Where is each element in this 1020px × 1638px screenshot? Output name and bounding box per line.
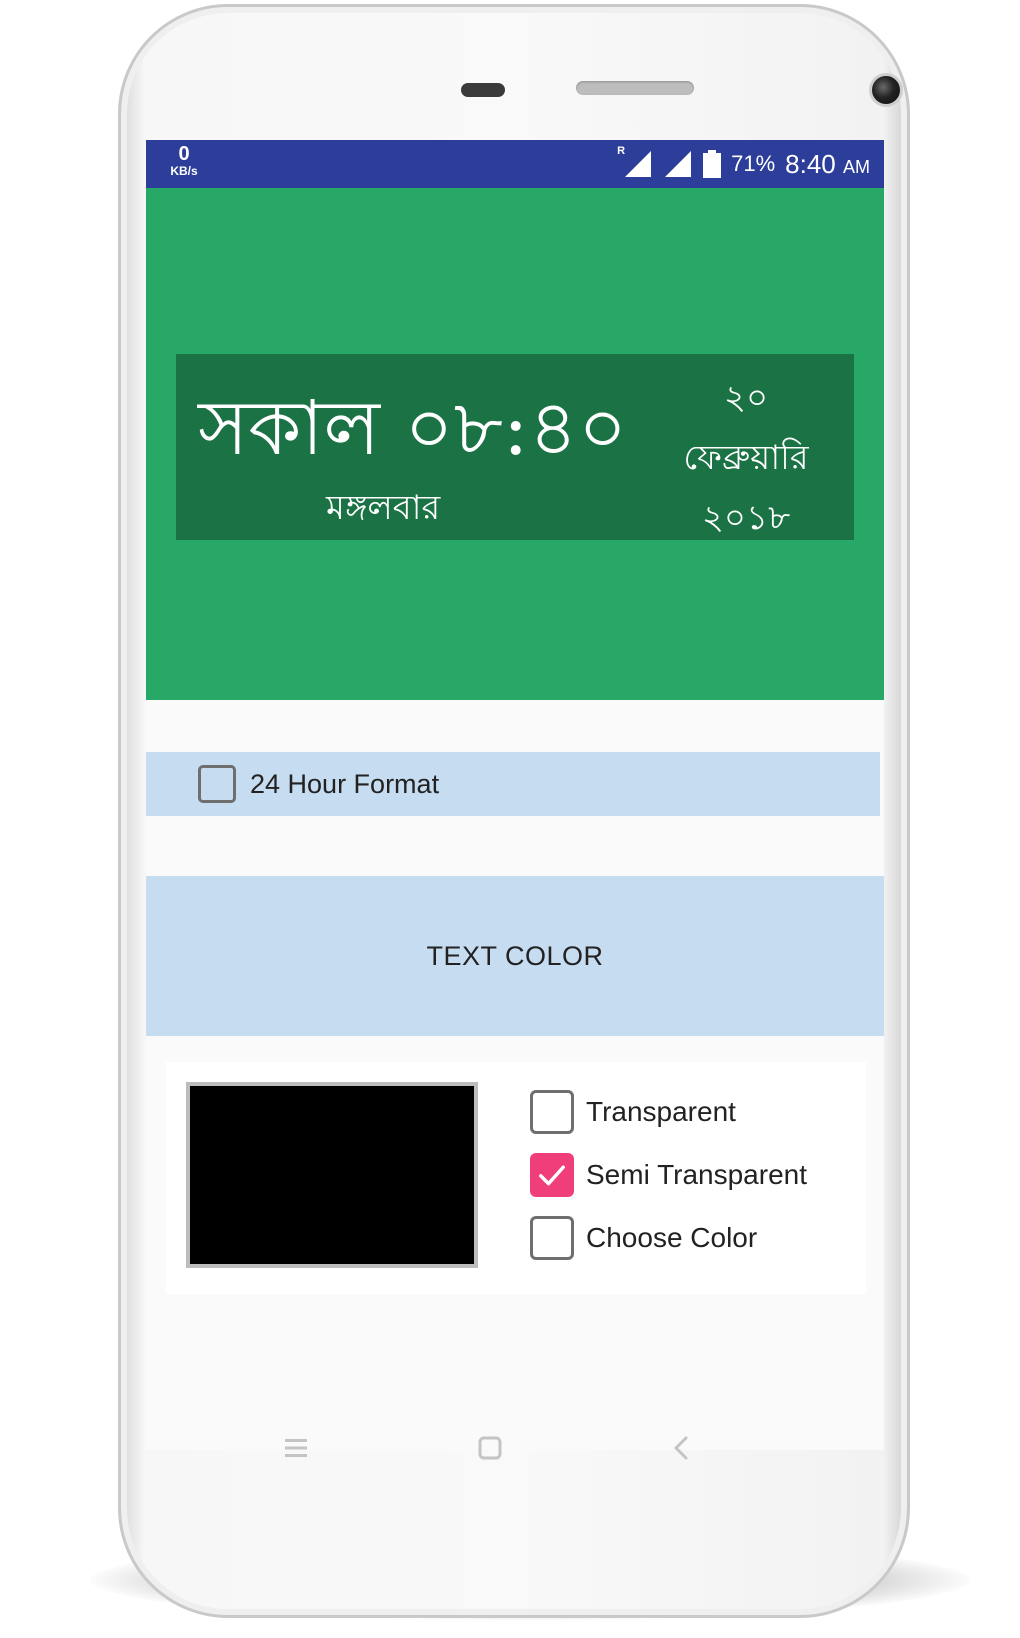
- choose-color-checkbox[interactable]: [530, 1216, 574, 1260]
- earpiece-speaker: [576, 81, 694, 95]
- clock-time-text: সকাল ০৮:৪০: [198, 383, 628, 472]
- navigation-bar: [146, 1400, 884, 1500]
- clock-date-month: ফেব্রুয়ারি: [683, 438, 809, 478]
- option-choose-color[interactable]: Choose Color: [530, 1216, 757, 1260]
- back-chevron-icon[interactable]: [662, 1428, 702, 1468]
- widget-preview-area: সকাল ০৮:৪০ মঙ্গলবার ২০ ফেব্রুয়ারি ২০১৮: [146, 188, 884, 700]
- clock-day-text: মঙ্গলবার: [326, 488, 441, 528]
- hour-format-label: 24 Hour Format: [250, 768, 440, 799]
- status-icons: R 71% 8:40 AM: [617, 140, 870, 188]
- check-icon: [539, 1165, 565, 1186]
- proximity-sensor: [461, 83, 505, 97]
- hour-format-checkbox[interactable]: [198, 765, 236, 803]
- status-time-ampm: AM: [843, 156, 870, 177]
- clock-date-day: ২০: [723, 378, 769, 418]
- clock-date-year: ২০১৮: [701, 498, 791, 538]
- hour-format-row[interactable]: 24 Hour Format: [146, 752, 880, 816]
- status-bar: 0 KB/s R 71% 8:40 AM: [146, 140, 884, 188]
- text-color-button[interactable]: TEXT COLOR: [146, 876, 884, 1036]
- status-time-value: 8:40: [785, 148, 836, 179]
- roaming-signal-icon: R: [617, 145, 653, 179]
- clock-widget-preview[interactable]: সকাল ০৮:৪০ মঙ্গলবার ২০ ফেব্রুয়ারি ২০১৮: [176, 354, 854, 540]
- color-swatch[interactable]: [186, 1082, 478, 1268]
- net-speed-unit: KB/s: [170, 164, 198, 178]
- clock-date: ২০ ফেব্রুয়ারি ২০১৮: [646, 368, 846, 548]
- transparent-checkbox[interactable]: [530, 1090, 574, 1134]
- option-semi-transparent[interactable]: Semi Transparent: [530, 1153, 807, 1197]
- semi-transparent-checkbox[interactable]: [530, 1153, 574, 1197]
- battery-icon: [703, 150, 722, 178]
- background-color-panel: Transparent Semi Transparent Choose Colo…: [166, 1062, 866, 1294]
- net-speed-indicator: 0 KB/s: [164, 144, 204, 177]
- signal-icon: [663, 149, 693, 179]
- choose-color-label: Choose Color: [586, 1222, 758, 1253]
- net-speed-value: 0: [178, 143, 190, 165]
- roaming-mark: R: [617, 145, 626, 157]
- option-transparent[interactable]: Transparent: [530, 1090, 736, 1134]
- status-time: 8:40 AM: [785, 149, 870, 180]
- screen: 0 KB/s R 71% 8:40 AM সকাল ০৮:৪০ মঙ্গলবার…: [146, 140, 884, 1450]
- transparent-label: Transparent: [586, 1096, 736, 1127]
- front-camera: [869, 73, 903, 107]
- semi-transparent-label: Semi Transparent: [586, 1159, 807, 1190]
- battery-percent: 71%: [731, 151, 776, 176]
- home-square-icon[interactable]: [470, 1428, 510, 1468]
- menu-icon[interactable]: [276, 1428, 316, 1468]
